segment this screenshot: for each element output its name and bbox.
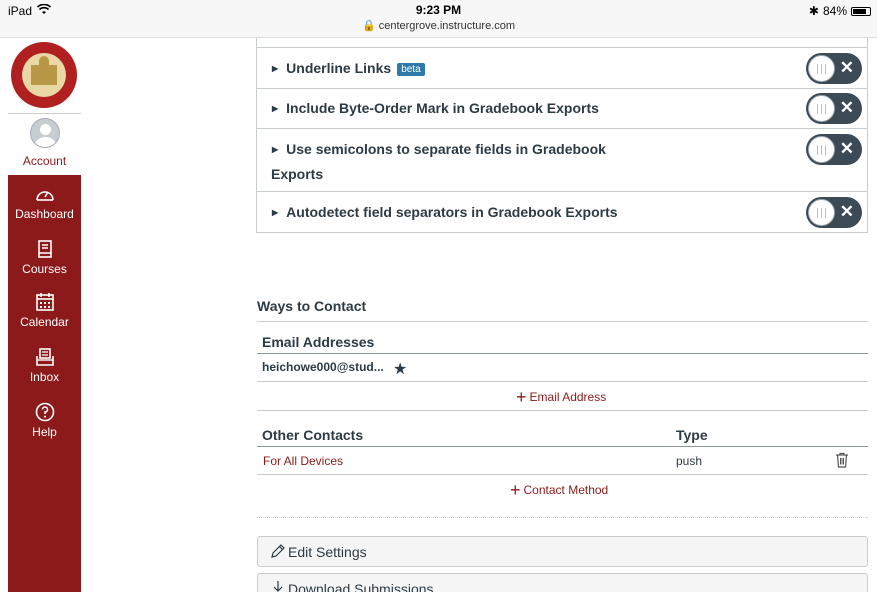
nav-label-help: Help — [32, 425, 57, 439]
courses-icon — [8, 239, 81, 261]
feature-row-underline-links: ▶ Underline Links beta ✕ — [257, 47, 867, 88]
beta-badge: beta — [397, 63, 425, 76]
feature-title[interactable]: ▶ Use semicolons to separate fields in Gr… — [272, 141, 606, 157]
toggle-knob — [808, 55, 835, 82]
feature-toggle[interactable]: ✕ — [806, 197, 862, 228]
nav-divider — [8, 113, 81, 114]
contact-type: push — [676, 454, 703, 468]
plus-icon: + — [516, 387, 527, 407]
edit-settings-label: Edit Settings — [288, 544, 367, 560]
contact-name-link[interactable]: For All Devices — [263, 454, 343, 468]
feature-title-text: Autodetect field separators in Gradebook… — [286, 204, 618, 220]
close-icon: ✕ — [839, 139, 854, 158]
add-email-label: Email Address — [529, 390, 607, 404]
avatar — [29, 118, 60, 148]
nav-label-calendar: Calendar — [20, 315, 69, 329]
feature-title-text: Underline Links — [286, 60, 392, 76]
nav-item-dashboard[interactable]: Dashboard — [8, 184, 81, 221]
feature-toggle[interactable]: ✕ — [806, 93, 862, 124]
feature-title-text: Use semicolons to separate fields in Gra… — [286, 141, 606, 157]
add-contact-label: Contact Method — [523, 483, 609, 497]
trash-icon[interactable] — [835, 452, 849, 473]
add-email-address-link[interactable]: + Email Address — [516, 387, 606, 408]
nav-label-courses: Courses — [22, 262, 67, 276]
divider — [257, 381, 868, 382]
divider — [257, 474, 868, 475]
ways-to-contact-title: Ways to Contact — [257, 298, 367, 314]
toggle-knob — [808, 95, 835, 122]
feature-row-byte-order-mark: ▶ Include Byte-Order Mark in Gradebook Ex… — [257, 88, 867, 128]
nav-header: Account — [8, 38, 81, 175]
nav-item-help[interactable]: Help — [8, 402, 81, 439]
divider — [257, 446, 868, 447]
nav-label-dashboard: Dashboard — [15, 207, 74, 221]
expand-triangle-icon: ▶ — [272, 208, 279, 217]
nav-label-inbox: Inbox — [29, 370, 60, 384]
nav-account[interactable]: Account — [8, 118, 81, 168]
dashboard-icon — [8, 184, 81, 206]
feature-title-line2: Exports — [271, 166, 324, 182]
star-icon[interactable]: ★ — [393, 359, 407, 379]
feature-row-semicolons: ▶ Use semicolons to separate fields in Gr… — [257, 128, 867, 191]
feature-toggle[interactable]: ✕ — [806, 53, 862, 84]
edit-settings-button[interactable]: Edit Settings — [257, 536, 868, 567]
feature-title[interactable]: ▶ Include Byte-Order Mark in Gradebook Ex… — [272, 100, 599, 116]
ios-status-bar: iPad 9:23 PM 🔒 centergrove.instructure.c… — [0, 0, 877, 38]
pencil-icon — [270, 543, 286, 562]
divider — [257, 353, 868, 354]
divider — [257, 321, 868, 322]
url-text: centergrove.instructure.com — [378, 20, 516, 32]
other-contacts-header: Other Contacts — [262, 427, 364, 443]
download-submissions-button[interactable]: Download Submissions — [257, 573, 868, 592]
dotted-divider — [257, 517, 868, 518]
bluetooth-icon: ✱ — [808, 4, 819, 18]
battery-fill — [853, 8, 866, 14]
address-bar[interactable]: 🔒 centergrove.instructure.com — [0, 19, 877, 32]
type-header: Type — [676, 427, 708, 443]
feature-row-autodetect: ▶ Autodetect field separators in Gradeboo… — [257, 191, 867, 232]
toggle-knob — [808, 199, 835, 226]
feature-title-text: Include Byte-Order Mark in Gradebook Exp… — [286, 100, 599, 116]
status-center: 9:23 PM 🔒 centergrove.instructure.com — [0, 3, 877, 32]
close-icon: ✕ — [839, 58, 854, 77]
logo-seal — [22, 53, 66, 97]
plus-icon: + — [510, 480, 521, 500]
feature-toggle[interactable]: ✕ — [806, 134, 862, 165]
battery-percent: 84% — [822, 4, 847, 18]
divider — [257, 410, 868, 411]
help-icon — [8, 402, 81, 424]
status-time: 9:23 PM — [415, 3, 462, 17]
nav-item-inbox[interactable]: Inbox — [8, 347, 81, 384]
add-contact-method-link[interactable]: + Contact Method — [510, 480, 608, 501]
inbox-icon — [8, 347, 81, 369]
email-addresses-header: Email Addresses — [262, 334, 375, 350]
expand-triangle-icon: ▶ — [272, 104, 279, 113]
download-icon — [270, 580, 286, 592]
battery-icon — [851, 6, 871, 16]
logo-building-icon — [31, 56, 57, 85]
feature-title[interactable]: ▶ Underline Links beta — [272, 60, 425, 76]
expand-triangle-icon: ▶ — [272, 64, 279, 73]
nav-item-calendar[interactable]: Calendar — [8, 292, 81, 329]
school-logo[interactable] — [11, 42, 77, 108]
lock-icon: 🔒 — [361, 20, 376, 32]
email-address-value[interactable]: heichowe000@stud... — [262, 360, 384, 374]
feature-title[interactable]: ▶ Autodetect field separators in Gradeboo… — [272, 204, 618, 220]
toggle-knob — [808, 136, 835, 163]
global-navigation: Account Dashboard Courses Calendar Inbox… — [8, 38, 81, 592]
close-icon: ✕ — [839, 98, 854, 117]
nav-item-courses[interactable]: Courses — [8, 239, 81, 276]
download-submissions-label: Download Submissions — [288, 581, 434, 592]
expand-triangle-icon: ▶ — [272, 145, 279, 154]
close-icon: ✕ — [839, 202, 854, 221]
account-label: Account — [22, 154, 67, 168]
feature-options-panel: ▶ Underline Links beta ✕ ▶ Include Byte-Ord… — [256, 38, 868, 233]
status-right: ✱ 84% — [809, 4, 871, 18]
calendar-icon — [8, 292, 81, 314]
